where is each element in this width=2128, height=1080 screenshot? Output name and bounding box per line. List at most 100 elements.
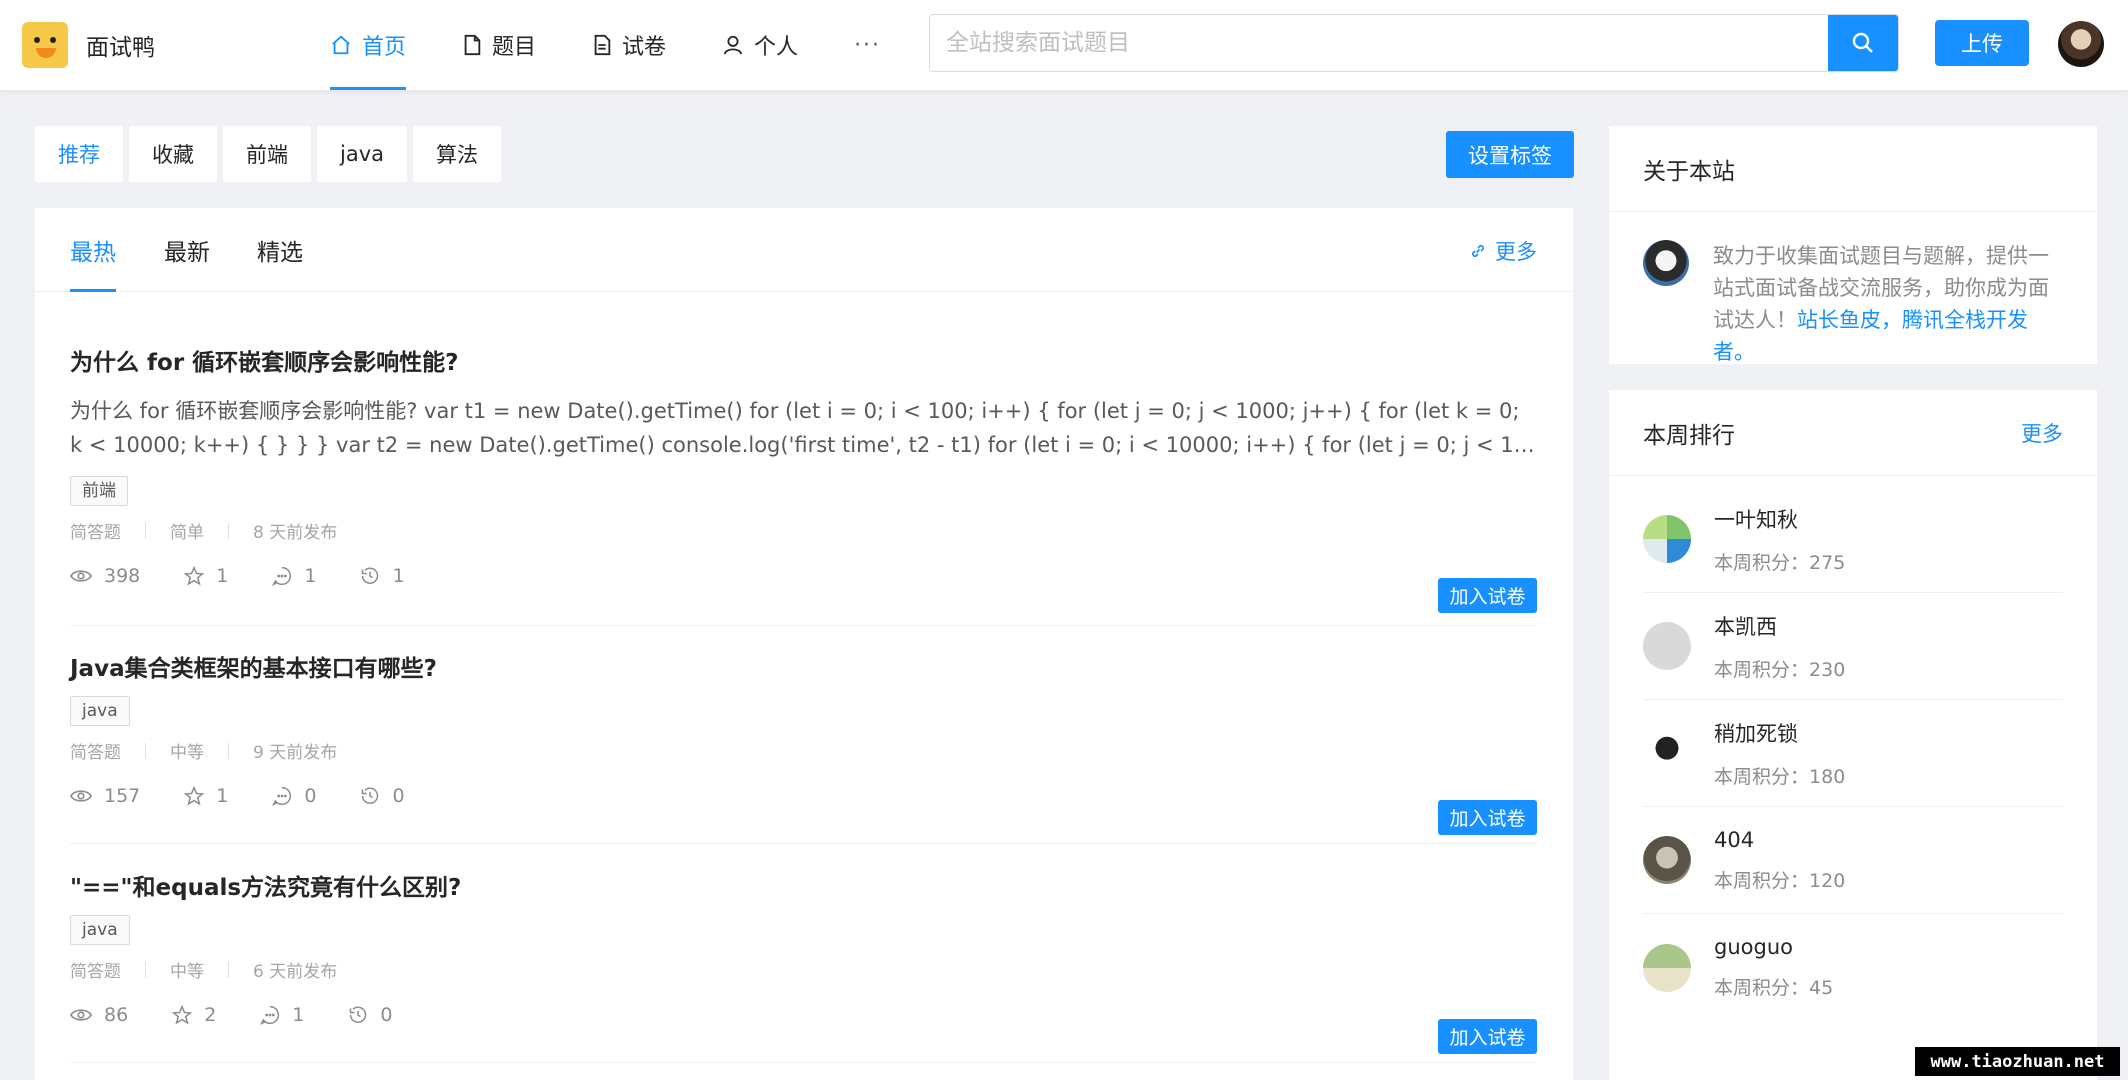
star-icon [172, 1005, 193, 1025]
weekly-ranking-card: 本周排行 更多 一叶知秋 本周积分：275 本凯西 本周积分：230 稍加死锁 … [1609, 390, 2097, 1080]
question-title[interactable]: 为什么 for 循环嵌套顺序会影响性能? [70, 348, 1537, 378]
top-header: 面试鸭 首页 题目 试卷 个人 ··· 上传 [0, 0, 2128, 90]
rank-score: 本周积分：45 [1714, 977, 1834, 999]
history-count: 0 [348, 1004, 392, 1026]
rank-avatar [1643, 836, 1691, 884]
question-published: 6 天前发布 [253, 962, 338, 982]
home-icon [332, 35, 350, 55]
question-difficulty: 简单 [170, 523, 204, 543]
document-icon [594, 34, 611, 56]
question-meta: 简答题 中等 6 天前发布 [70, 957, 1537, 982]
ranking-item[interactable]: 本凯西 本周积分：230 [1643, 593, 2063, 700]
star-count[interactable]: 2 [172, 1004, 216, 1026]
more-label: 更多 [1495, 240, 1537, 264]
comment-count[interactable]: 0 [272, 785, 316, 807]
ranking-list: 一叶知秋 本周积分：275 本凯西 本周积分：230 稍加死锁 本周积分：180… [1609, 476, 2097, 1021]
view-count: 398 [70, 565, 140, 587]
tag-recommend[interactable]: 推荐 [35, 126, 123, 182]
comment-count[interactable]: 1 [260, 1004, 304, 1026]
site-logo[interactable]: 面试鸭 [22, 22, 155, 68]
clock-icon [362, 787, 379, 805]
history-count: 1 [360, 565, 405, 587]
ranking-item[interactable]: 一叶知秋 本周积分：275 [1643, 486, 2063, 593]
ranking-item[interactable]: guoguo 本周积分：45 [1643, 914, 2063, 1021]
question-meta: 简答题 中等 9 天前发布 [70, 738, 1537, 763]
clock-icon [362, 567, 379, 585]
question-published: 8 天前发布 [253, 523, 338, 543]
rank-avatar [1643, 622, 1691, 670]
comment-count[interactable]: 1 [272, 565, 316, 587]
ranking-more-link[interactable]: 更多 [2021, 418, 2063, 448]
rank-score: 本周积分：180 [1714, 765, 1846, 788]
tab-newest[interactable]: 最新 [164, 208, 210, 292]
question-published: 9 天前发布 [253, 743, 338, 763]
question-item[interactable]: "=="和equals方法究竟有什么区别? java 简答题 中等 6 天前发布… [70, 873, 1537, 1063]
search-button[interactable] [1828, 15, 1898, 71]
comment-icon [272, 786, 292, 806]
add-to-paper-button[interactable]: 加入试卷 [1438, 578, 1537, 613]
add-to-paper-button[interactable]: 加入试卷 [1438, 1019, 1537, 1054]
nav-item-papers[interactable]: 试卷 [592, 0, 666, 90]
question-item[interactable]: Java集合类框架的基本接口有哪些? java 简答题 中等 9 天前发布 15… [70, 654, 1537, 844]
tag-algorithm[interactable]: 算法 [413, 126, 501, 182]
rank-score: 本周积分：230 [1714, 658, 1846, 681]
tab-hottest[interactable]: 最热 [70, 208, 116, 292]
add-to-paper-button[interactable]: 加入试卷 [1438, 800, 1537, 835]
nav-item-label: 个人 [754, 35, 799, 60]
question-list-card: 最热 最新 精选 更多 为什么 for 循环嵌套顺序会影响性能? 为什么 for… [35, 208, 1573, 1080]
set-tags-button[interactable]: 设置标签 [1446, 131, 1574, 178]
duck-logo-icon [22, 22, 68, 68]
view-count: 157 [70, 785, 140, 807]
nav-more-menu[interactable]: ··· [854, 0, 881, 90]
tag-frontend[interactable]: 前端 [223, 126, 311, 182]
nav-item-label: 试卷 [622, 35, 667, 60]
question-title[interactable]: "=="和equals方法究竟有什么区别? [70, 873, 1537, 903]
about-card-header: 关于本站 [1609, 126, 2097, 212]
ranking-item[interactable]: 稍加死锁 本周积分：180 [1643, 700, 2063, 807]
eye-icon [70, 790, 92, 802]
main-nav: 首页 题目 试卷 个人 ··· [330, 0, 937, 90]
ranking-card-header: 本周排行 更多 [1609, 390, 2097, 476]
rank-username: 一叶知秋 [1714, 507, 1798, 532]
user-avatar[interactable] [2058, 21, 2104, 67]
ranking-item[interactable]: 404 本周积分：120 [1643, 807, 2063, 914]
star-count[interactable]: 1 [184, 565, 228, 587]
question-item[interactable]: 为什么 for 循环嵌套顺序会影响性能? 为什么 for 循环嵌套顺序会影响性能… [70, 348, 1537, 626]
search-input[interactable] [930, 15, 1828, 71]
upload-button[interactable]: 上传 [1935, 20, 2029, 66]
history-count: 0 [360, 785, 405, 807]
question-tag[interactable]: 前端 [70, 476, 128, 506]
tab-featured[interactable]: 精选 [257, 208, 303, 292]
watermark: www.tiaozhuan.net [1915, 1047, 2120, 1076]
rank-score: 本周积分：275 [1714, 551, 1846, 574]
owner-avatar [1643, 240, 1689, 286]
nav-item-label: 题目 [492, 35, 537, 60]
nav-item-profile[interactable]: 个人 [722, 0, 798, 90]
clock-icon [350, 1006, 367, 1024]
search-bar [929, 14, 1899, 72]
rank-avatar [1643, 943, 1691, 992]
question-tag[interactable]: java [70, 915, 130, 945]
question-type: 简答题 [70, 962, 121, 982]
tag-java[interactable]: java [317, 126, 407, 182]
nav-item-home[interactable]: 首页 [330, 0, 407, 90]
about-body: 致力于收集面试题目与题解，提供一站式面试备战交流服务，助你成为面试达人！站长鱼皮… [1609, 212, 2097, 396]
comment-icon [260, 1005, 280, 1025]
question-stats: 157 1 0 0 [70, 781, 1537, 811]
more-questions-link[interactable]: 更多 [1469, 236, 1537, 266]
rank-username: 本凯西 [1714, 614, 1777, 639]
eye-icon [70, 1009, 92, 1021]
question-stats: 398 1 1 1 [70, 561, 1537, 591]
rank-avatar [1643, 515, 1691, 563]
nav-item-questions[interactable]: 题目 [462, 0, 536, 90]
about-title: 关于本站 [1643, 158, 1735, 185]
tag-favorites[interactable]: 收藏 [129, 126, 217, 182]
view-count: 86 [70, 1004, 128, 1026]
star-count[interactable]: 1 [184, 785, 228, 807]
nav-item-label: 首页 [362, 35, 407, 60]
question-title[interactable]: Java集合类框架的基本接口有哪些? [70, 654, 1537, 684]
question-meta: 简答题 简单 8 天前发布 [70, 518, 1537, 543]
question-tag[interactable]: java [70, 696, 130, 726]
ranking-title: 本周排行 [1643, 422, 1735, 449]
user-icon [723, 35, 743, 55]
